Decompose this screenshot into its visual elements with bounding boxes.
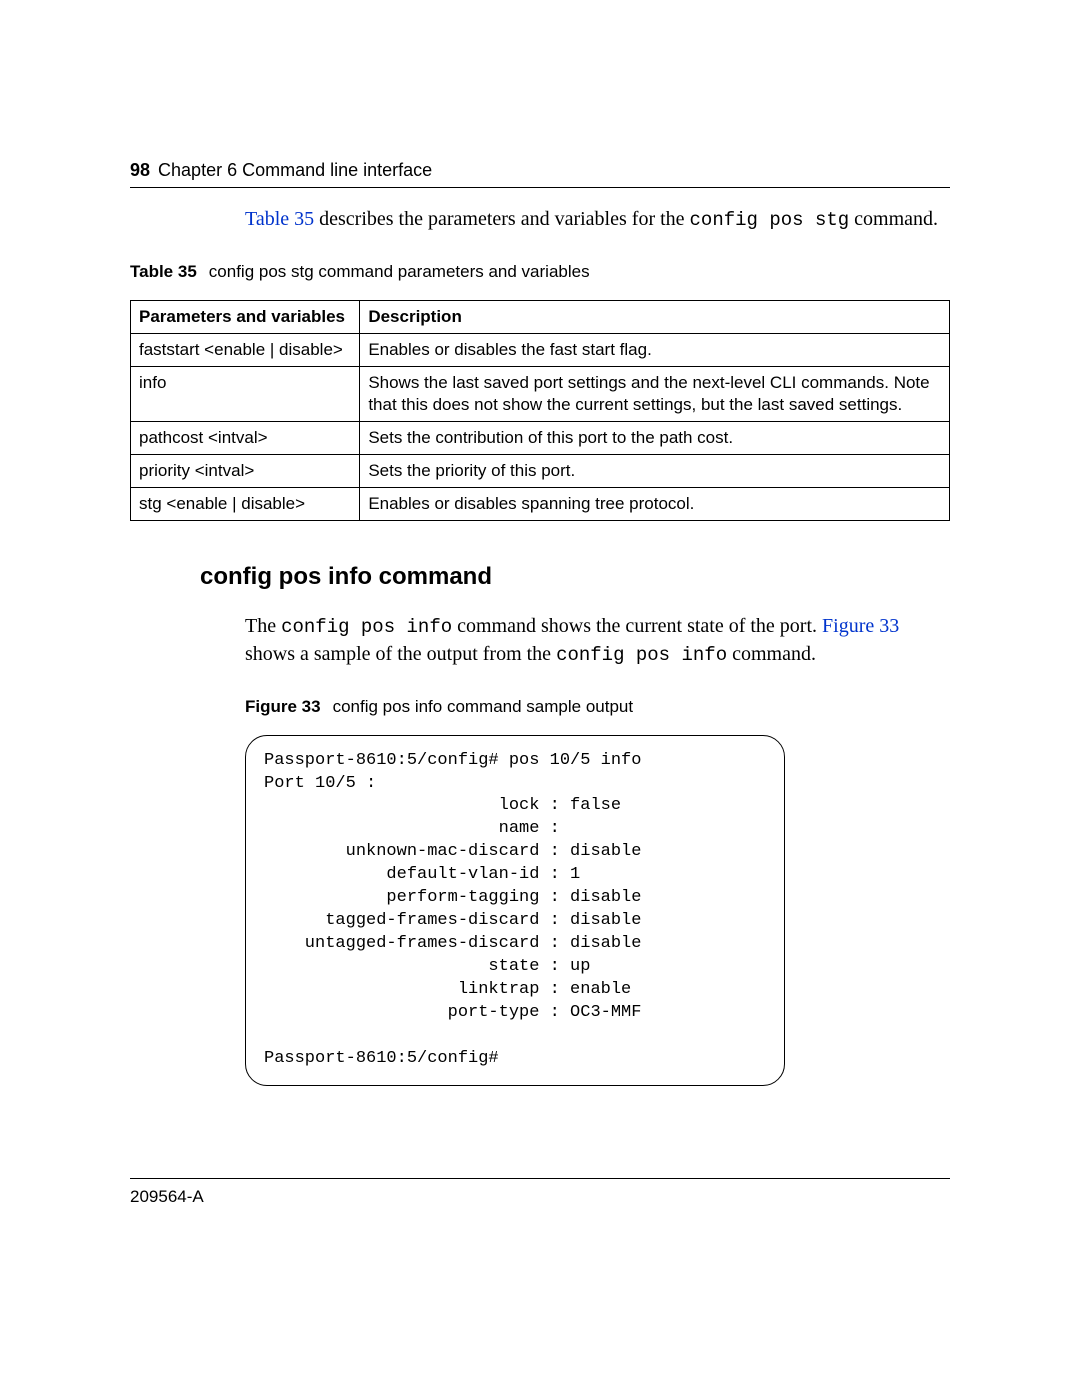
table-35-caption-text: config pos stg command parameters and va… <box>209 262 590 281</box>
doc-id: 209564-A <box>130 1187 204 1206</box>
intro-text-1: describes the parameters and variables f… <box>314 208 689 230</box>
page-header: 98 Chapter 6 Command line interface <box>130 160 950 188</box>
section-heading: config pos info command <box>200 563 950 591</box>
page-footer: 209564-A <box>130 1178 950 1207</box>
param-cell: faststart <enable | disable> <box>131 333 360 366</box>
table-header-row: Parameters and variables Description <box>131 300 950 333</box>
table-reference-link[interactable]: Table 35 <box>245 208 314 230</box>
param-cell: priority <intval> <box>131 455 360 488</box>
desc-cell: Enables or disables spanning tree protoc… <box>360 488 950 521</box>
table-head-param: Parameters and variables <box>131 300 360 333</box>
table-row: stg <enable | disable> Enables or disabl… <box>131 488 950 521</box>
page-number: 98 <box>130 160 150 181</box>
intro2-code-2: config pos info <box>556 644 727 666</box>
desc-cell: Enables or disables the fast start flag. <box>360 333 950 366</box>
intro-paragraph: Table 35 describes the parameters and va… <box>245 206 950 234</box>
intro2-after-ref: shows a sample of the output from the <box>245 643 556 665</box>
figure-33-caption-text: config pos info command sample output <box>333 697 634 716</box>
table-row: priority <intval> Sets the priority of t… <box>131 455 950 488</box>
figure-reference-link[interactable]: Figure 33 <box>822 615 899 637</box>
intro-text-2: command. <box>849 208 938 230</box>
table-35: Parameters and variables Description fas… <box>130 300 950 522</box>
table-row: faststart <enable | disable> Enables or … <box>131 333 950 366</box>
intro-code: config pos stg <box>690 209 850 231</box>
figure-33-label: Figure 33 <box>245 697 321 716</box>
figure-33-caption: Figure 33 config pos info command sample … <box>245 697 950 717</box>
table-row: info Shows the last saved port settings … <box>131 366 950 421</box>
table-35-caption: Table 35 config pos stg command parameter… <box>130 262 950 282</box>
chapter-title: Chapter 6 Command line interface <box>158 160 432 181</box>
figure-33-output: Passport-8610:5/config# pos 10/5 info Po… <box>245 735 785 1086</box>
param-cell: pathcost <intval> <box>131 422 360 455</box>
table-head-desc: Description <box>360 300 950 333</box>
table-row: pathcost <intval> Sets the contribution … <box>131 422 950 455</box>
desc-cell: Shows the last saved port settings and t… <box>360 366 950 421</box>
intro2-paragraph: The config pos info command shows the cu… <box>245 613 950 668</box>
figure-33-container: Passport-8610:5/config# pos 10/5 info Po… <box>245 735 950 1086</box>
param-cell: stg <enable | disable> <box>131 488 360 521</box>
desc-cell: Sets the contribution of this port to th… <box>360 422 950 455</box>
intro2-mid: command shows the current state of the p… <box>452 615 822 637</box>
param-cell: info <box>131 366 360 421</box>
intro2-code-1: config pos info <box>281 616 452 638</box>
page: 98 Chapter 6 Command line interface Tabl… <box>0 0 1080 1397</box>
table-35-label: Table 35 <box>130 262 197 281</box>
desc-cell: Sets the priority of this port. <box>360 455 950 488</box>
intro2-tail: command. <box>727 643 816 665</box>
intro2-pre: The <box>245 615 281 637</box>
